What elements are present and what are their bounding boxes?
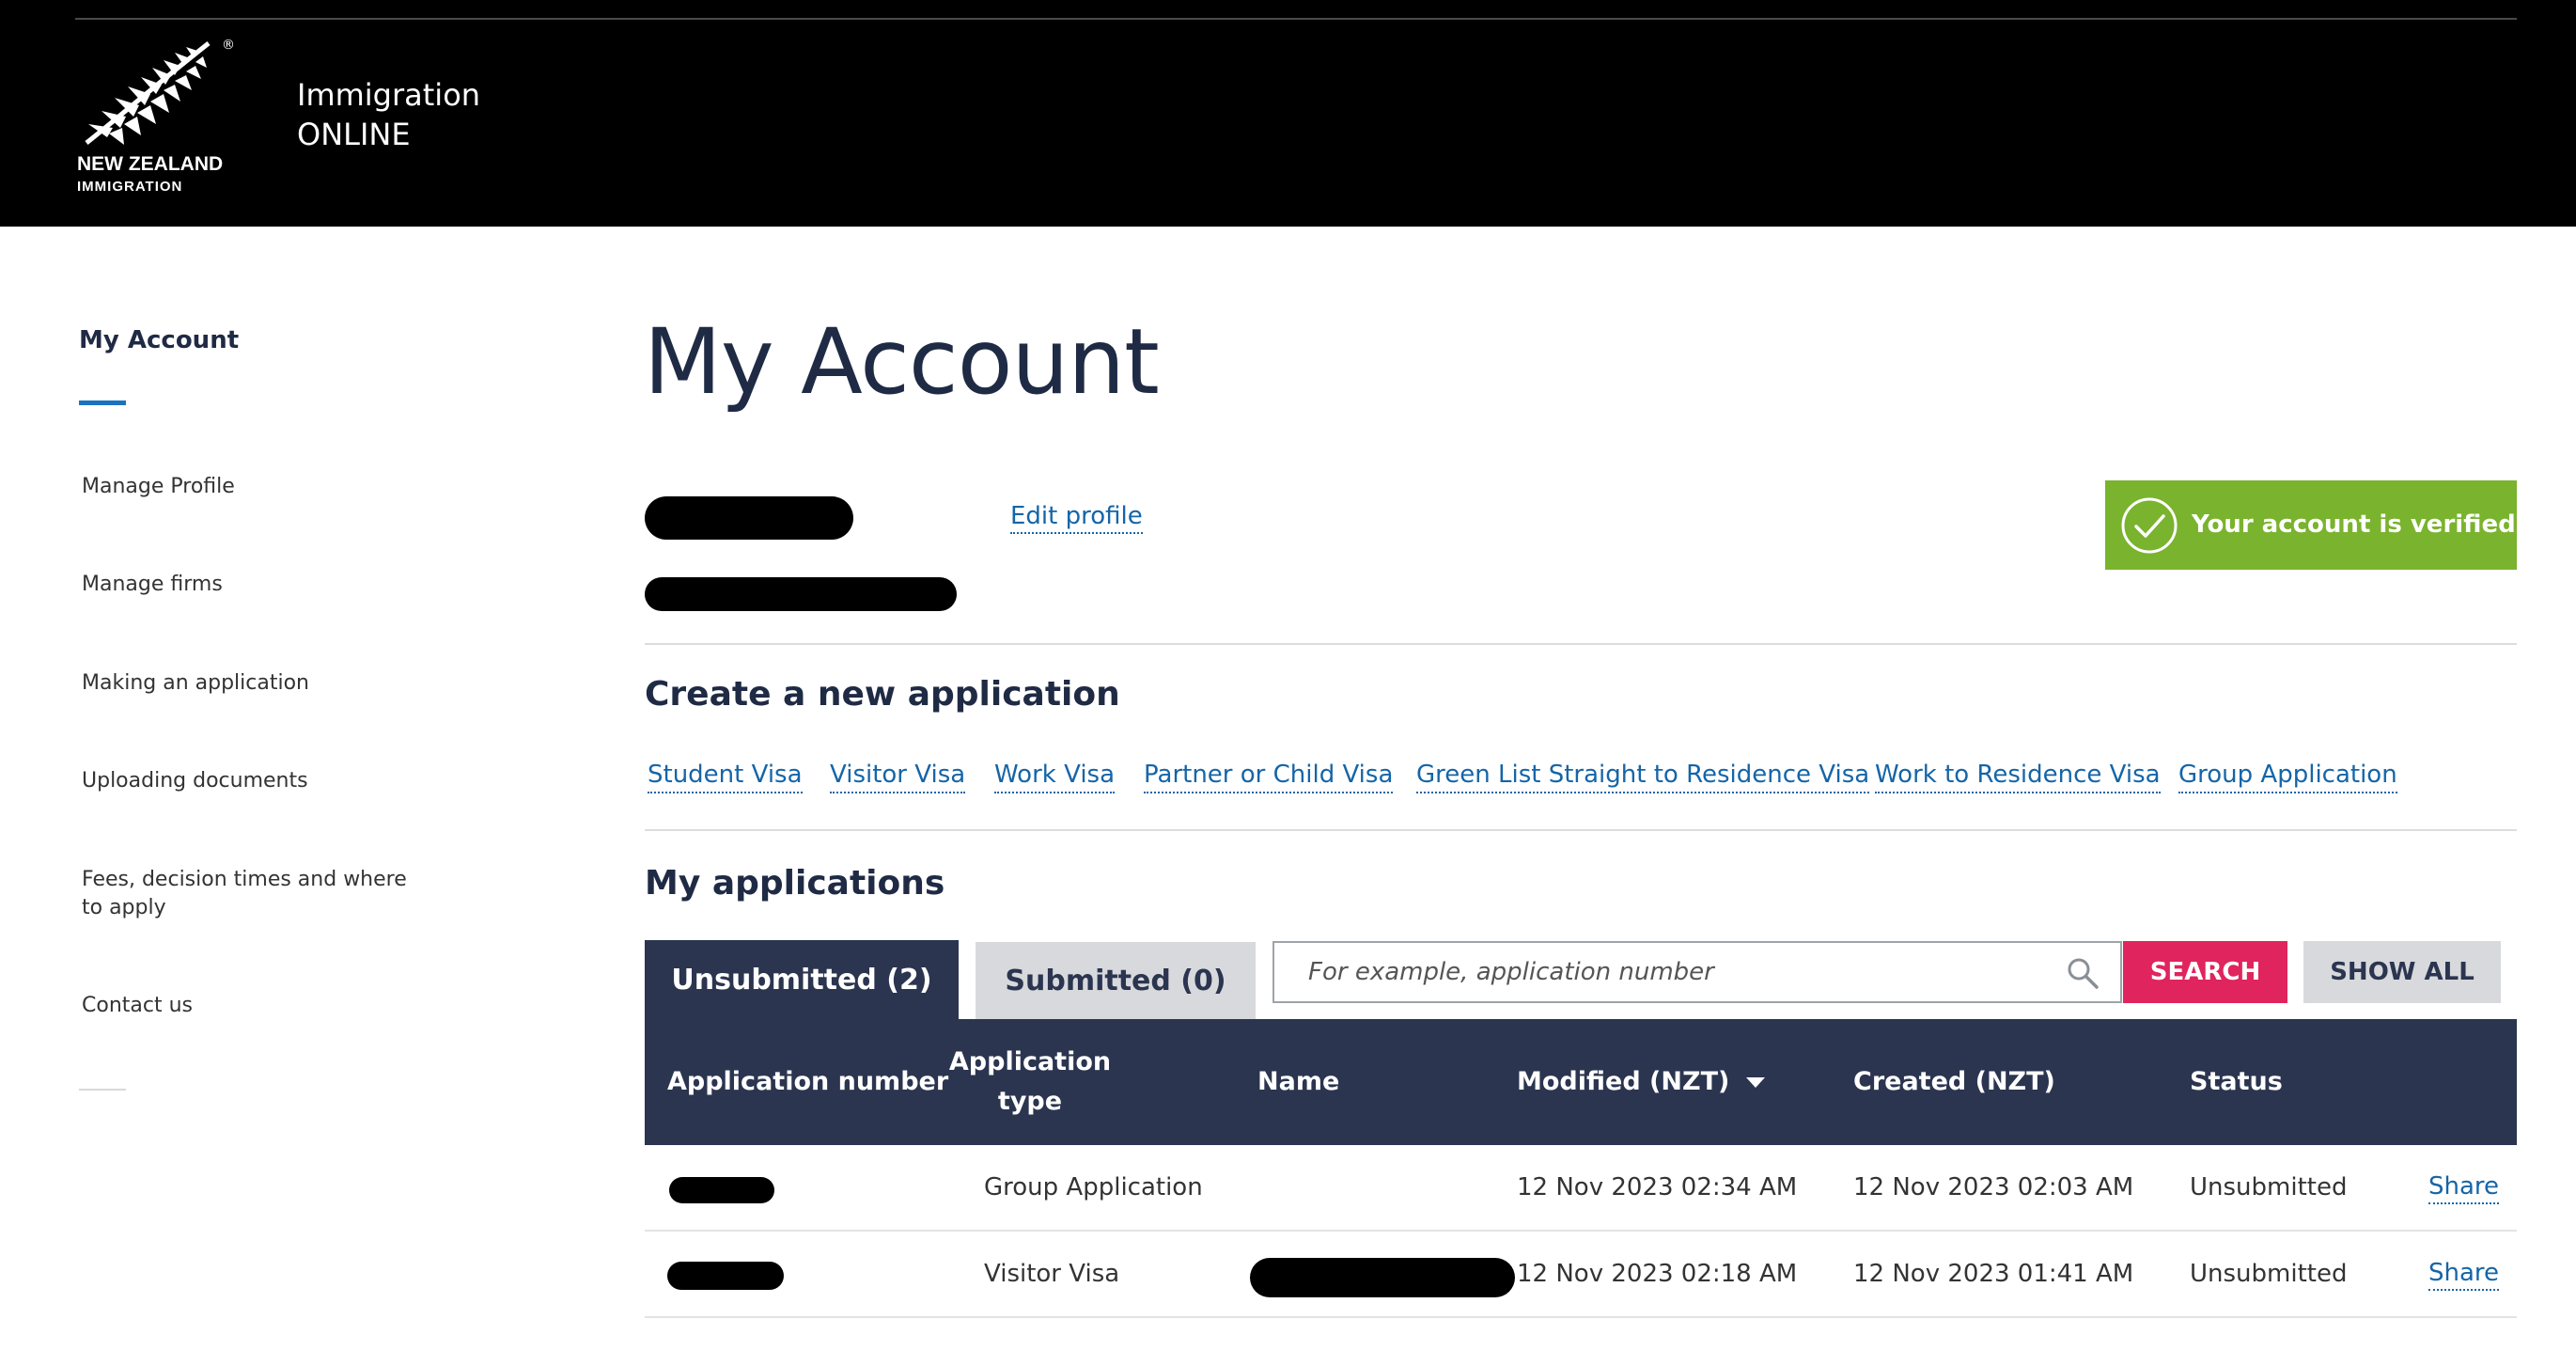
sidebar-active-indicator [79,400,126,405]
account-verified-badge: Your account is verified [2105,480,2517,570]
cell-status: Unsubmitted [2190,1260,2348,1288]
column-header-modified[interactable]: Modified (NZT) [1517,1062,1766,1102]
share-link[interactable]: Share [2428,1257,2500,1291]
cell-status: Unsubmitted [2190,1173,2348,1201]
sidebar-item-fees[interactable]: Fees, decision times and where to apply [82,866,420,922]
redacted-application-number [669,1177,774,1203]
student-visa-link[interactable]: Student Visa [648,758,803,793]
sidebar-item-uploading-documents[interactable]: Uploading documents [82,767,308,795]
column-header-application-type[interactable]: Application type [945,1043,1115,1122]
partner-child-visa-link[interactable]: Partner or Child Visa [1144,758,1394,793]
page-title: My Account [644,309,1160,415]
redacted-user-email [645,577,957,611]
registered-mark: ® [222,38,235,53]
column-header-modified-label: Modified (NZT) [1517,1067,1730,1096]
checkmark-circle-icon [2121,497,2178,554]
search-icon[interactable] [2066,956,2100,990]
redacted-application-number [667,1262,784,1290]
section-divider [645,829,2517,831]
header-divider [75,18,2517,20]
applications-table-header: Application number Application type Name… [645,1019,2517,1145]
sidebar-heading: My Account [79,326,240,354]
green-list-visa-link[interactable]: Green List Straight to Residence Visa [1416,758,1870,793]
work-to-residence-visa-link[interactable]: Work to Residence Visa [1875,758,2161,793]
my-applications-heading: My applications [645,864,945,903]
tab-unsubmitted[interactable]: Unsubmitted (2) [645,940,959,1019]
app-title-line2: ONLINE [297,117,411,152]
column-header-created[interactable]: Created (NZT) [1853,1062,2055,1102]
sidebar-item-making-application[interactable]: Making an application [82,669,309,698]
cell-created: 12 Nov 2023 01:41 AM [1853,1260,2134,1288]
cell-application-type: Visitor Visa [984,1260,1120,1288]
table-row: Visitor Visa 12 Nov 2023 02:18 AM 12 Nov… [645,1232,2517,1318]
create-application-heading: Create a new application [645,675,1120,714]
cell-modified: 12 Nov 2023 02:18 AM [1517,1260,1798,1288]
share-link[interactable]: Share [2428,1170,2500,1204]
sidebar-divider [79,1089,126,1091]
nz-immigration-logo[interactable]: ® NEW ZEALAND IMMIGRATION [75,38,240,197]
cell-created: 12 Nov 2023 02:03 AM [1853,1173,2134,1201]
silver-fern-icon [85,41,211,145]
sort-descending-icon [1746,1077,1766,1088]
redacted-applicant-name [1250,1258,1515,1297]
cell-modified: 12 Nov 2023 02:34 AM [1517,1173,1798,1201]
logo-text-agency: IMMIGRATION [77,179,183,195]
app-title: Immigration ONLINE [297,75,480,154]
sidebar-item-contact-us[interactable]: Contact us [82,992,193,1020]
tab-submitted[interactable]: Submitted (0) [976,942,1256,1019]
visitor-visa-link[interactable]: Visitor Visa [830,758,966,793]
show-all-button[interactable]: SHOW ALL [2303,941,2501,1003]
search-input[interactable] [1274,943,2064,1001]
search-button[interactable]: SEARCH [2123,941,2287,1003]
logo-text-country: NEW ZEALAND [77,153,224,175]
redacted-user-name [645,496,853,540]
cell-application-type: Group Application [984,1173,1203,1201]
section-divider [645,643,2517,645]
app-title-line1: Immigration [297,77,481,113]
edit-profile-link[interactable]: Edit profile [1010,500,1143,534]
column-header-status[interactable]: Status [2190,1062,2283,1102]
sidebar-item-manage-firms[interactable]: Manage firms [82,571,223,599]
search-box [1272,941,2122,1003]
table-row: Group Application 12 Nov 2023 02:34 AM 1… [645,1145,2517,1232]
column-header-application-number[interactable]: Application number [667,1062,948,1102]
verified-text: Your account is verified [2192,510,2516,539]
site-header: ® NEW ZEALAND IMMIGRATION Immigration ON… [0,0,2576,227]
sidebar-item-manage-profile[interactable]: Manage Profile [82,473,235,501]
column-header-name[interactable]: Name [1257,1062,1339,1102]
group-application-link[interactable]: Group Application [2178,758,2397,793]
work-visa-link[interactable]: Work Visa [994,758,1116,793]
